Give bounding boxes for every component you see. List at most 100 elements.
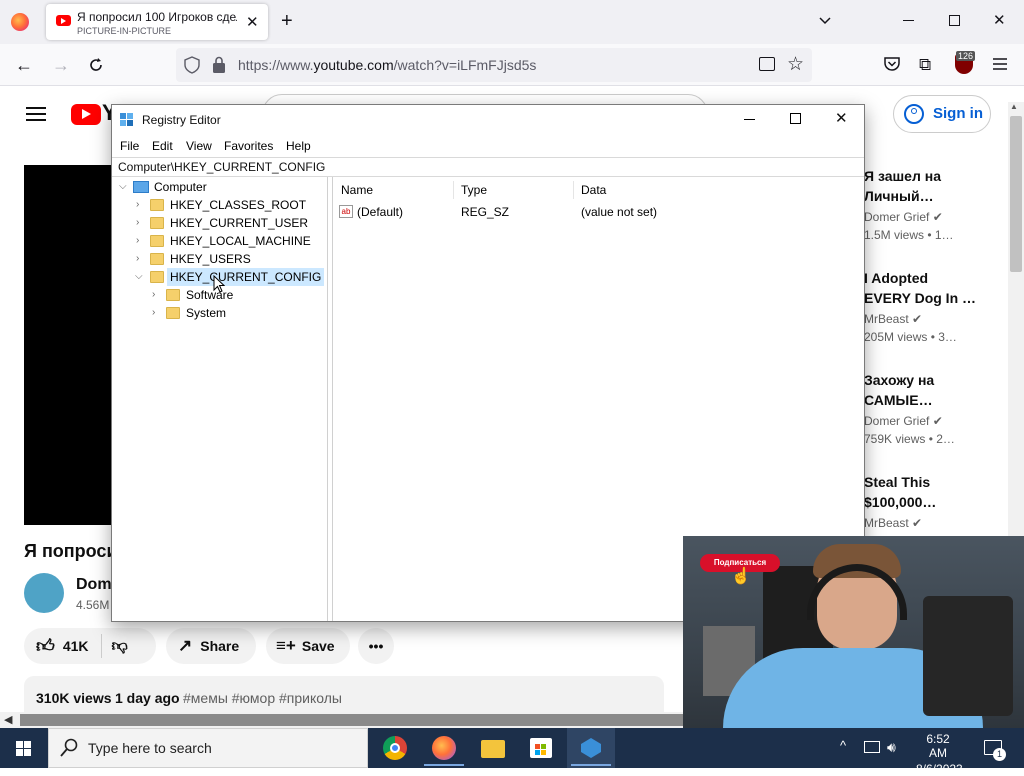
tree-node-software[interactable]: Software [186, 286, 233, 304]
extensions-icon[interactable]: ⧉ [919, 55, 931, 75]
tree-node-hku[interactable]: HKEY_USERS [170, 250, 251, 268]
lock-icon[interactable] [212, 56, 226, 74]
new-tab-icon[interactable]: + [281, 10, 293, 33]
folder-icon [150, 271, 164, 283]
expand-icon[interactable]: › [152, 307, 155, 318]
dislike-icon[interactable]: 👎︎ [112, 637, 128, 656]
picture-in-picture-video[interactable]: Подписаться ☝ [683, 536, 1024, 728]
firefox-logo-icon[interactable] [11, 13, 29, 31]
sign-in-button[interactable]: Sign in [893, 95, 991, 133]
close-window-icon[interactable]: ✕ [993, 11, 1006, 29]
expand-icon[interactable]: › [136, 217, 139, 228]
close-tab-icon[interactable]: ✕ [246, 13, 259, 31]
menu-favorites[interactable]: Favorites [224, 139, 273, 153]
url-text[interactable]: https://www.youtube.com/watch?v=iLFmFJjs… [238, 57, 536, 73]
save-button[interactable]: ≡+ Save [266, 628, 350, 664]
folder-icon [150, 217, 164, 229]
expand-icon[interactable]: › [152, 289, 155, 300]
rec-title-line1: I Adopted [864, 270, 929, 286]
channel-avatar[interactable] [24, 573, 64, 613]
share-button[interactable]: ↗ Share [166, 628, 256, 664]
verified-icon: ✔ [912, 312, 923, 326]
app-menu-icon[interactable] [992, 57, 1008, 71]
subscriber-count: 4.56M [76, 598, 110, 612]
folder-icon [150, 235, 164, 247]
search-icon [60, 738, 78, 758]
taskbar-time: 6:52 AM [926, 732, 950, 760]
tree-node-hkcc-selected[interactable]: HKEY_CURRENT_CONFIG [167, 268, 325, 286]
value-name[interactable]: (Default) [357, 205, 403, 219]
expand-icon[interactable]: › [136, 235, 139, 246]
restore-window-icon[interactable] [949, 15, 960, 26]
menu-help[interactable]: Help [286, 139, 311, 153]
collapse-icon[interactable]: ⌵ [135, 271, 143, 282]
expand-icon[interactable]: › [136, 253, 139, 264]
taskbar-clock[interactable]: 6:52 AM 8/6/2023 [916, 732, 963, 776]
tracking-protection-icon[interactable] [184, 56, 200, 74]
rec-channel: Domer Grief [864, 210, 930, 224]
column-data[interactable]: Data [581, 183, 606, 197]
recommendation-item[interactable]: Я зашел на Личный… Domer Grief ✔ 1.5M vi… [864, 166, 994, 244]
bookmark-star-icon[interactable]: ☆ [787, 53, 804, 76]
youtube-logo-icon[interactable] [71, 104, 101, 125]
tab-title: Я попросил 100 Игроков сдел [77, 10, 237, 24]
close-icon[interactable]: ✕ [835, 109, 848, 127]
verified-icon: ✔ [932, 414, 943, 428]
more-actions-button[interactable]: ••• [358, 628, 394, 664]
browser-tab[interactable]: Я попросил 100 Игроков сдел PICTURE-IN-P… [46, 4, 268, 40]
windows-start-icon[interactable] [16, 741, 32, 757]
forward-icon[interactable]: → [52, 55, 70, 76]
tree-node-hklm[interactable]: HKEY_LOCAL_MACHINE [170, 232, 311, 250]
column-name[interactable]: Name [341, 183, 373, 197]
key-tree-pane[interactable]: ⌵ Computer › HKEY_CLASSES_ROOT › HKEY_CU… [112, 177, 328, 621]
recommendation-item[interactable]: I Adopted EVERY Dog In … MrBeast ✔ 205M … [864, 268, 994, 346]
reader-view-icon[interactable] [759, 57, 775, 71]
like-dislike-group: 👍︎ 41K 👎︎ [24, 628, 156, 664]
tree-node-hkcr[interactable]: HKEY_CLASSES_ROOT [170, 196, 306, 214]
view-count: 310K views [36, 690, 112, 706]
share-label: Share [200, 638, 240, 654]
tree-node-system[interactable]: System [186, 304, 226, 322]
tree-node-hkcu[interactable]: HKEY_CURRENT_USER [170, 214, 308, 232]
file-explorer-taskbar-icon[interactable] [481, 740, 505, 758]
verified-icon: ✔ [932, 210, 943, 224]
column-type[interactable]: Type [461, 183, 487, 197]
reload-icon[interactable] [87, 56, 105, 74]
firefox-taskbar-icon[interactable] [432, 736, 456, 760]
recommendation-item[interactable]: Steal This $100,000… MrBeast ✔ [864, 472, 994, 532]
computer-icon [133, 181, 149, 193]
volume-icon[interactable]: 🔊︎ [887, 739, 896, 756]
menu-view[interactable]: View [186, 139, 212, 153]
video-player[interactable] [24, 165, 112, 525]
network-icon[interactable] [864, 741, 880, 753]
regedit-taskbar-button[interactable] [567, 728, 615, 768]
list-all-tabs-icon[interactable] [817, 12, 833, 28]
store-taskbar-icon[interactable] [530, 738, 552, 758]
like-count[interactable]: 41K [63, 638, 89, 654]
chrome-taskbar-icon[interactable] [383, 736, 407, 760]
horizontal-scrollbar[interactable]: ◀ [0, 712, 684, 728]
tree-node-computer[interactable]: Computer [154, 178, 207, 196]
value-data: (value not set) [581, 205, 658, 219]
video-title: Я попроси [24, 541, 118, 561]
address-bar[interactable]: Computer\HKEY_CURRENT_CONFIG [112, 157, 864, 177]
expand-icon[interactable]: › [136, 199, 139, 210]
minimize-window-icon[interactable] [903, 20, 914, 21]
hashtags[interactable]: #мемы #юмор #приколы [183, 690, 342, 706]
minimize-icon[interactable] [744, 119, 755, 120]
hamburger-menu-icon[interactable] [26, 106, 46, 122]
rec-channel: Domer Grief [864, 414, 930, 428]
show-hidden-icons-icon[interactable]: ^ [840, 738, 846, 753]
back-icon[interactable]: ← [15, 55, 33, 76]
maximize-icon[interactable] [790, 113, 801, 124]
upload-age: 1 day ago [115, 690, 180, 706]
like-icon[interactable]: 👍︎ [36, 635, 55, 657]
recommendation-item[interactable]: Захожу на САМЫЕ… Domer Grief ✔ 759K view… [864, 370, 994, 448]
menu-file[interactable]: File [120, 139, 139, 153]
menu-edit[interactable]: Edit [152, 139, 173, 153]
collapse-icon[interactable]: ⌵ [119, 181, 127, 192]
sign-in-label: Sign in [933, 105, 983, 122]
rec-channel: MrBeast [864, 516, 909, 530]
pocket-icon[interactable] [883, 56, 901, 72]
save-playlist-icon: ≡+ [276, 636, 296, 655]
